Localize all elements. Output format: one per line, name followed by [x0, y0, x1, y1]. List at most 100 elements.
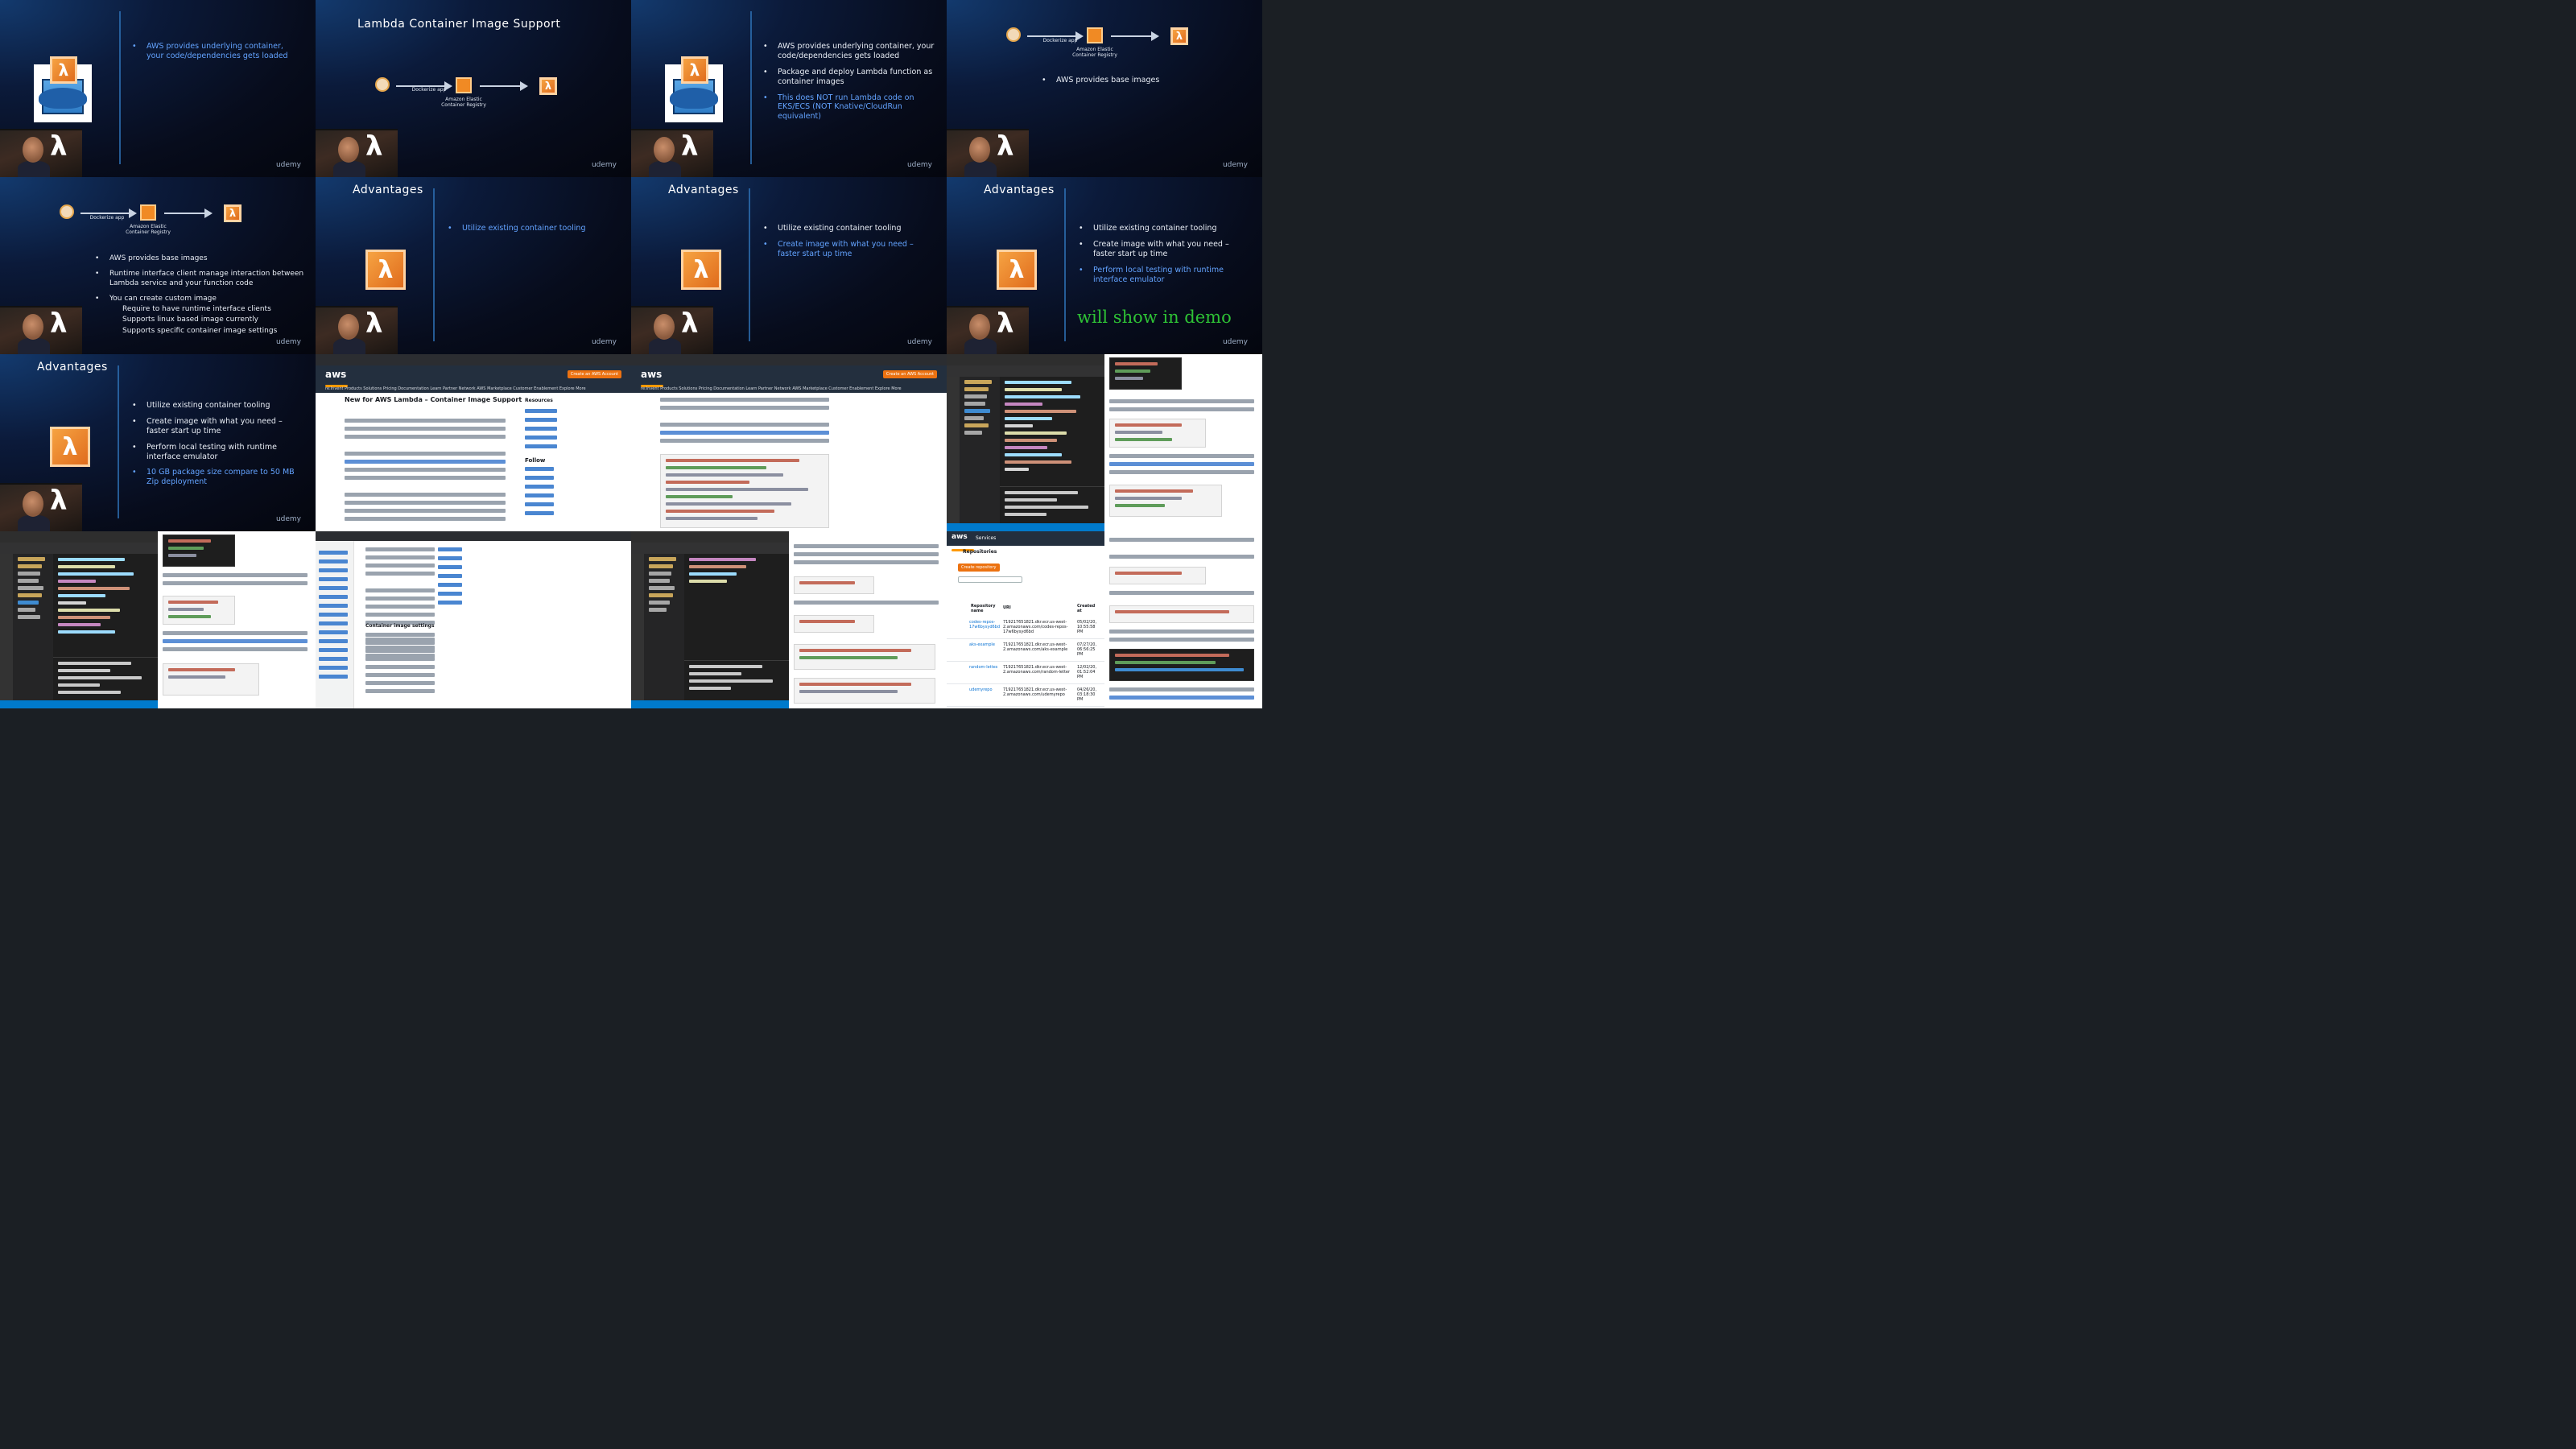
slide-title: Lambda Container Image Support	[357, 18, 561, 31]
aws-blog-page: aws re:Invent Products Solutions Pricing…	[316, 354, 631, 531]
slide-base-images: Dockerize app Amazon Elastic Container R…	[947, 0, 1262, 177]
bullet: This does NOT run Lambda code on EKS/ECS…	[763, 93, 935, 122]
bullet-list: Utilize existing container tooling	[448, 224, 617, 245]
bullet: 10 GB package size compare to 50 MB Zip …	[132, 468, 304, 487]
vscode-editor	[631, 531, 789, 708]
code-editor[interactable]	[58, 554, 153, 638]
sub-bullet: Require to have runtime interface client…	[122, 305, 271, 313]
aws-blog-steps	[1104, 354, 1262, 531]
slide-container-intro: λ AWS provides underlying container, you…	[0, 0, 316, 177]
presenter-webcam: λ	[316, 306, 398, 354]
slide-advantages-4: Advantages λ Utilize existing container …	[0, 354, 316, 531]
table-row[interactable]: aks-example 719217651821.dkr.ecr.us-west…	[947, 639, 1104, 662]
bullet: Utilize existing container tooling	[448, 224, 617, 233]
sub-bullet: Supports linux based image currently	[122, 316, 258, 324]
lambda-icon: λ	[681, 250, 721, 290]
bullet: Package and deploy Lambda function as co…	[763, 68, 935, 87]
code-editor[interactable]	[1005, 377, 1100, 475]
bullet: Runtime interface client manage interact…	[95, 270, 311, 288]
lambda-icon: λ	[1170, 27, 1188, 45]
bullet: You can create custom image Require to h…	[95, 295, 311, 336]
presenter-webcam: λ	[316, 129, 398, 177]
code-snippet	[660, 454, 829, 528]
bullet: Create image with what you need – faster…	[763, 240, 935, 259]
bullet: Create image with what you need – faster…	[132, 417, 304, 436]
bullet-list: AWS provides underlying container, your …	[132, 42, 301, 72]
developer-icon	[60, 204, 74, 219]
table-row[interactable]: codes-repos-17w6bysyd6bd 719217651821.dk…	[947, 617, 1104, 639]
aws-docs-page: Container image settings	[316, 531, 631, 708]
aws-logo[interactable]: aws	[641, 369, 664, 387]
terminal-panel[interactable]	[1000, 486, 1104, 523]
lambda-icon: λ	[224, 204, 242, 222]
lambda-icon: λ	[539, 77, 557, 95]
services-menu[interactable]: Services	[976, 535, 996, 541]
bullet: AWS provides base images	[95, 254, 311, 264]
code-editor[interactable]	[689, 554, 784, 587]
terminal-panel[interactable]	[684, 660, 789, 700]
lambda-icon: λ	[997, 250, 1037, 290]
slide-lambda-container-image-support: Lambda Container Image Support Dockerize…	[316, 0, 631, 177]
vscode-editor	[0, 531, 158, 708]
aws-blog-page-code: aws re:Invent Products Solutions Pricing…	[631, 354, 947, 531]
developer-icon	[375, 77, 390, 92]
file-explorer[interactable]	[13, 554, 53, 708]
presenter-webcam: λ	[0, 306, 82, 354]
video-thumbnail-grid: λ AWS provides underlying container, you…	[0, 0, 2576, 1449]
presenter-webcam: λ	[0, 483, 82, 531]
bullet-list: Utilize existing container tooling Creat…	[1079, 224, 1251, 295]
create-repository-button[interactable]: Create repository	[958, 564, 1000, 572]
slide-package-deploy: λ AWS provides underlying container, you…	[631, 0, 947, 177]
file-explorer[interactable]	[644, 554, 684, 708]
bullet: Create image with what you need – faster…	[1079, 240, 1251, 259]
slide-advantages-1: Advantages λ Utilize existing container …	[316, 177, 631, 354]
table-row[interactable]: udemyrepo 719217651821.dkr.ecr.us-west-2…	[947, 684, 1104, 707]
terminal-panel[interactable]	[53, 657, 158, 700]
slide-title: Advantages	[353, 184, 423, 196]
sub-bullet: Supports specific container image settin…	[122, 326, 278, 335]
bullet: AWS provides base images	[1042, 76, 1243, 85]
slide-advantages-3: Advantages λ Utilize existing container …	[947, 177, 1262, 354]
section-heading: Container image settings	[365, 623, 435, 629]
lambda-icon: λ	[50, 56, 77, 84]
presenter-webcam: λ	[947, 129, 1029, 177]
aws-blog-steps	[1104, 531, 1262, 708]
bullet: Utilize existing container tooling	[1079, 224, 1251, 233]
presenter-webcam: λ	[0, 129, 82, 177]
col-repository-name: Repository name	[971, 604, 996, 613]
presenter-webcam: λ	[631, 129, 713, 177]
vscode-editor	[947, 354, 1104, 531]
bullet-list: Utilize existing container tooling Creat…	[132, 401, 304, 498]
repositories-heading: Repositories	[963, 549, 997, 555]
bullet-list: Utilize existing container tooling Creat…	[763, 224, 935, 270]
aws-logo[interactable]: aws	[952, 533, 974, 551]
slide-title: Advantages	[37, 361, 108, 374]
slide-title: Advantages	[984, 184, 1055, 196]
create-account-button[interactable]: Create an AWS Account	[567, 370, 621, 378]
lambda-logo-icon: λ	[50, 130, 68, 163]
bullet: Perform local testing with runtime inter…	[1079, 266, 1251, 285]
slide-advantages-2: Advantages λ Utilize existing container …	[631, 177, 947, 354]
table-row[interactable]: random-lettes 719217651821.dkr.ecr.us-we…	[947, 662, 1104, 684]
file-explorer[interactable]	[960, 377, 1000, 531]
lambda-icon: λ	[681, 56, 708, 84]
arrow	[480, 81, 528, 91]
ecr-icon	[1087, 27, 1103, 43]
aws-logo[interactable]: aws	[325, 369, 349, 387]
developer-icon	[1006, 27, 1021, 42]
bullet: Utilize existing container tooling	[763, 224, 935, 233]
presenter-webcam: λ	[947, 306, 1029, 354]
bullet-list: AWS provides base images	[1042, 76, 1243, 97]
blog-heading: New for AWS Lambda – Container Image Sup…	[345, 396, 522, 403]
presenter-webcam: λ	[631, 306, 713, 354]
docker-whale-icon	[39, 88, 87, 109]
bullet: AWS provides underlying container, your …	[132, 42, 301, 61]
arrow	[396, 81, 452, 91]
create-account-button[interactable]: Create an AWS Account	[882, 370, 937, 378]
bullet-list: AWS provides underlying container, your …	[763, 42, 935, 133]
bullet: AWS provides underlying container, your …	[763, 42, 935, 61]
demo-annotation: will show in demo	[1077, 308, 1232, 327]
bullet: Utilize existing container tooling	[132, 401, 304, 411]
ecr-console: aws Services Repositories Create reposit…	[947, 531, 1104, 708]
bullet-list: AWS provides base images Runtime interfa…	[95, 254, 311, 336]
